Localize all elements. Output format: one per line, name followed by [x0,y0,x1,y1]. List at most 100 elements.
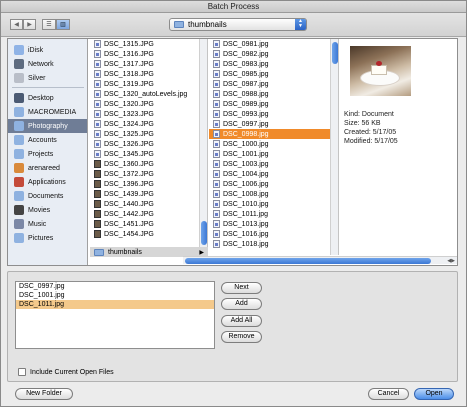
list-item[interactable]: DSC_1001.jpg [16,291,214,300]
file-row[interactable]: DSC_0989.jpg [209,99,338,109]
file-row[interactable]: DSC_1000.jpg [209,139,338,149]
file-name: DSC_1004.jpg [223,170,269,178]
file-name: DSC_1372.JPG [104,170,154,178]
sidebar-item-accounts[interactable]: Accounts [8,133,87,147]
batch-file-list[interactable]: DSC_0997.jpg DSC_1001.jpg DSC_1011.jpg [15,281,215,349]
sidebar-item-applications[interactable]: Applications [8,175,87,189]
sidebar-item-silver[interactable]: Silver [8,71,87,85]
file-row[interactable]: DSC_1318.JPG [90,69,207,79]
sidebar-item-photography[interactable]: Photography [8,119,87,133]
sidebar-item-projects[interactable]: Projects [8,147,87,161]
include-open-files-checkbox[interactable] [18,368,26,376]
file-name: DSC_1016.jpg [223,230,269,238]
file-row[interactable]: DSC_1016.jpg [209,229,338,239]
file-row[interactable]: DSC_1325.JPG [90,129,207,139]
sidebar-item-label: iDisk [28,46,44,54]
sidebar-item-idisk[interactable]: iDisk [8,43,87,57]
file-row[interactable]: DSC_1360.JPG [90,159,207,169]
list-item[interactable]: DSC_1011.jpg [16,300,214,309]
file-row[interactable]: DSC_0987.jpg [209,79,338,89]
file-row[interactable]: DSC_1396.JPG [90,179,207,189]
file-name: DSC_1319.JPG [104,80,154,88]
list-item[interactable]: DSC_0997.jpg [16,282,214,291]
path-popup[interactable]: thumbnails ▲ ▼ [169,18,307,31]
image-thumbnail-icon [94,180,101,188]
file-row[interactable]: DSC_1018.jpg [209,239,338,249]
file-row[interactable]: DSC_0982.jpg [209,49,338,59]
sidebar-item-movies[interactable]: Movies [8,203,87,217]
remove-button[interactable]: Remove [221,331,262,343]
file-row[interactable]: DSC_1326.JPG [90,139,207,149]
file-row[interactable]: DSC_1006.jpg [209,179,338,189]
column-view-button[interactable]: ▥ [56,19,70,30]
file-row[interactable]: DSC_0997.jpg [209,119,338,129]
cancel-button[interactable]: Cancel [368,388,409,400]
file-name: DSC_1013.jpg [223,220,269,228]
file-row[interactable]: DSC_1004.jpg [209,169,338,179]
file-row[interactable]: DSC_1001.jpg [209,149,338,159]
jpeg-file-icon [213,210,220,218]
add-button[interactable]: Add [221,298,262,310]
horizontal-scroll-thumb[interactable] [185,258,431,264]
file-name: DSC_0998.jpg [223,130,269,138]
file-row[interactable]: DSC_1454.JPG [90,229,207,239]
column-2-scrollbar[interactable] [330,39,338,255]
include-open-files-option[interactable]: Include Current Open Files [18,368,114,376]
file-row[interactable]: DSC_1345.JPG [90,149,207,159]
file-row[interactable]: DSC_0993.jpg [209,109,338,119]
sidebar-item-documents[interactable]: Documents [8,189,87,203]
file-row[interactable]: DSC_0983.jpg [209,59,338,69]
file-row[interactable]: DSC_1317.JPG [90,59,207,69]
home-icon [14,163,24,173]
horizontal-scrollbar[interactable]: ◀▶ [183,256,457,264]
file-row[interactable]: DSC_1320_autoLevels.jpg [90,89,207,99]
file-row[interactable]: DSC_1003.jpg [209,159,338,169]
open-button[interactable]: Open [414,388,454,400]
file-row[interactable]: DSC_0981.jpg [209,39,338,49]
file-row[interactable]: DSC_1010.jpg [209,199,338,209]
file-name: DSC_1008.jpg [223,190,269,198]
file-row[interactable]: DSC_1011.jpg [209,209,338,219]
file-row[interactable]: DSC_1319.JPG [90,79,207,89]
sidebar-item-label: Documents [28,192,64,200]
file-row[interactable]: DSC_1451.JPG [90,219,207,229]
column-1-scrollbar[interactable] [199,39,207,255]
file-row[interactable]: DSC_1440.JPG [90,199,207,209]
sidebar-item-arenareed[interactable]: arenareed [8,161,87,175]
column-1-scroll-thumb[interactable] [201,221,207,245]
scroll-arrows-icon[interactable]: ◀▶ [447,257,455,265]
file-row[interactable]: DSC_1320.JPG [90,99,207,109]
list-view-button[interactable]: ☰ [42,19,56,30]
forward-button[interactable]: ▶ [23,19,36,30]
next-button[interactable]: Next [221,282,262,294]
new-folder-button[interactable]: New Folder [15,388,73,400]
movies-icon [14,205,24,215]
column-2-scroll-thumb[interactable] [332,42,338,64]
file-name: DSC_1324.JPG [104,120,154,128]
file-row[interactable]: DSC_1008.jpg [209,189,338,199]
file-row[interactable]: DSC_1316.JPG [90,49,207,59]
sidebar-item-music[interactable]: Music [8,217,87,231]
file-name: DSC_1001.jpg [223,150,269,158]
add-all-button[interactable]: Add All [221,315,262,327]
sidebar-item-desktop[interactable]: Desktop [8,91,87,105]
file-row[interactable]: DSC_1315.JPG [90,39,207,49]
file-row[interactable]: DSC_0998.jpg [209,129,338,139]
file-row[interactable]: DSC_1442.JPG [90,209,207,219]
back-button[interactable]: ◀ [10,19,23,30]
file-row[interactable]: DSC_1372.JPG [90,169,207,179]
file-row[interactable]: DSC_1439.JPG [90,189,207,199]
jpeg-file-icon [213,40,220,48]
sidebar-item-network[interactable]: Network [8,57,87,71]
file-row[interactable]: DSC_1323.JPG [90,109,207,119]
file-name: DSC_0982.jpg [223,50,269,58]
sidebar-item-pictures[interactable]: Pictures [8,231,87,245]
file-row[interactable]: DSC_1013.jpg [209,219,338,229]
file-row[interactable]: DSC_0985.jpg [209,69,338,79]
folder-icon [14,149,24,159]
sidebar-item-label: Silver [28,74,46,82]
sidebar-item-macromedia[interactable]: MACROMEDIA [8,105,87,119]
jpeg-file-icon [213,190,220,198]
file-row[interactable]: DSC_0988.jpg [209,89,338,99]
file-row[interactable]: DSC_1324.JPG [90,119,207,129]
